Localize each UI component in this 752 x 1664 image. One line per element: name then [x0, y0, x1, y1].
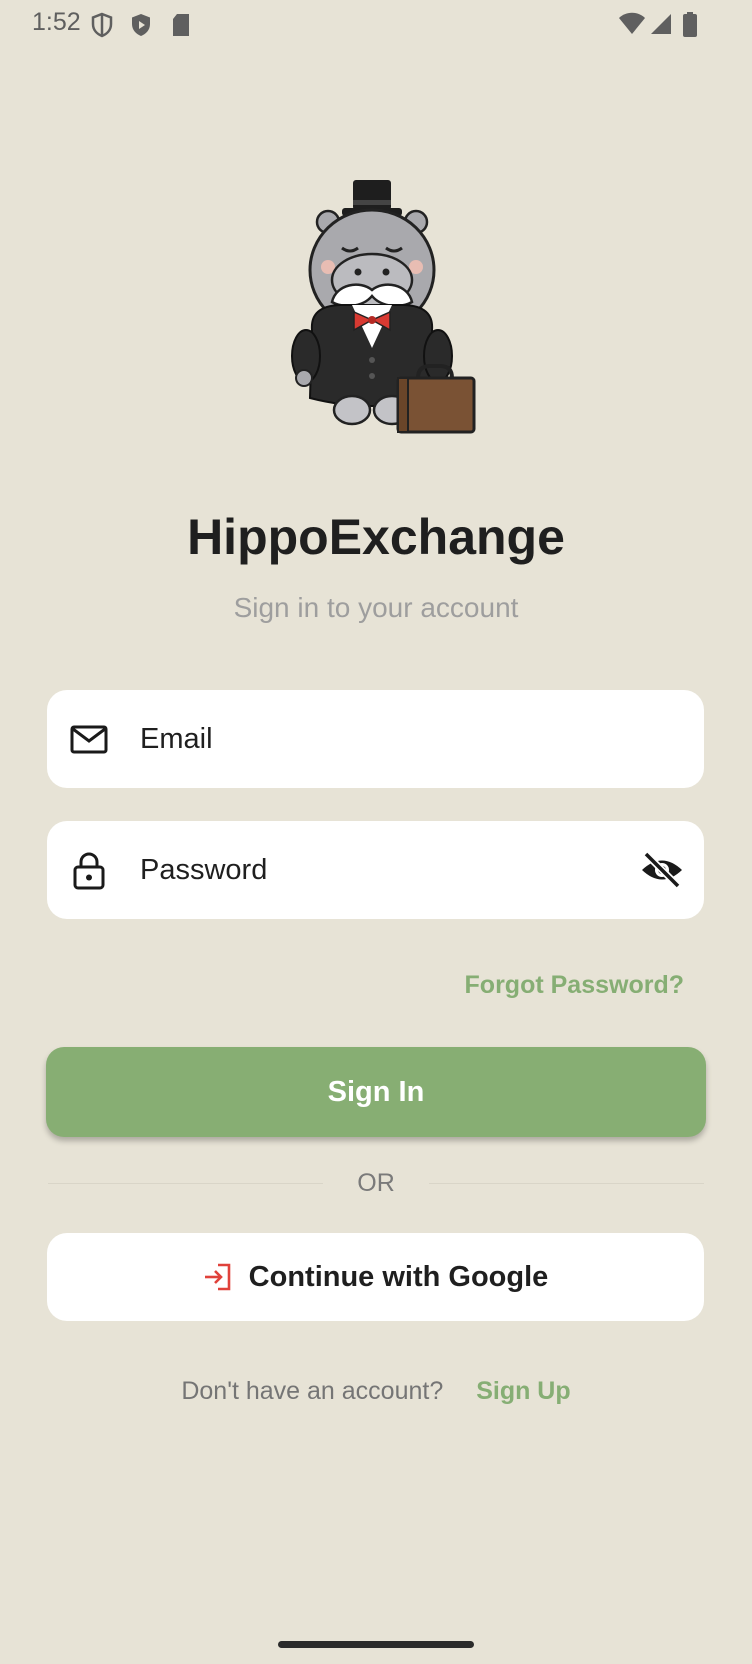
cell-signal-icon	[651, 14, 671, 34]
shield-play-icon	[132, 14, 150, 36]
signup-row: Don't have an account? Sign Up	[0, 1377, 752, 1406]
wifi-icon	[619, 12, 645, 34]
divider-right	[429, 1183, 704, 1184]
battery-icon	[683, 12, 697, 37]
sign-in-button[interactable]: Sign In	[46, 1047, 706, 1137]
forgot-password-link[interactable]: Forgot Password?	[465, 971, 684, 1000]
email-input[interactable]	[140, 690, 610, 788]
lock-icon	[73, 852, 105, 890]
email-field[interactable]	[47, 690, 704, 788]
status-bar: 1:52	[0, 0, 752, 50]
password-input[interactable]	[140, 821, 610, 919]
signup-prompt: Don't have an account?	[181, 1377, 444, 1405]
hippo-mascot-logo	[291, 180, 476, 434]
status-time: 1:52	[32, 8, 81, 36]
subtitle: Sign in to your account	[233, 592, 519, 623]
continue-with-google-button[interactable]: Continue with Google	[47, 1233, 704, 1321]
app-title: HippoExchange	[187, 509, 565, 565]
home-indicator[interactable]	[278, 1641, 474, 1648]
eye-off-icon[interactable]	[640, 849, 684, 891]
sd-card-icon	[173, 14, 189, 36]
google-button-label: Continue with Google	[248, 1260, 549, 1293]
login-arrow-icon	[204, 1263, 230, 1291]
sign-up-link[interactable]: Sign Up	[476, 1377, 570, 1405]
mail-icon	[70, 725, 108, 754]
shield-outline-icon	[91, 12, 113, 38]
password-field[interactable]	[47, 821, 704, 919]
